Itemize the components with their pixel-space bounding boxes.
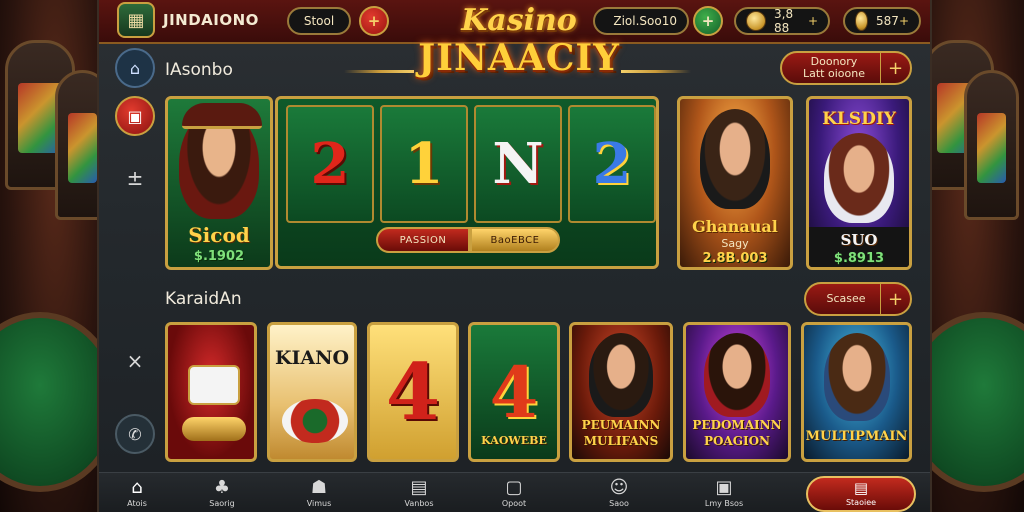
game-tile-kiano[interactable]: KIANO: [267, 322, 357, 462]
casino-app: ▦ JINDAIONO Stool + Ziol.Soo10 + 3,8 88 …: [97, 0, 932, 512]
player-portrait: [824, 133, 894, 223]
dice-icon: [188, 365, 240, 405]
player-portrait: [589, 333, 653, 417]
player-portrait: [704, 333, 770, 417]
coin-icon: [746, 11, 766, 31]
brand-logo: Kasino JINAACIY: [399, 4, 639, 94]
nav-home[interactable]: ⌂ Atois: [107, 477, 167, 509]
close-icon[interactable]: ×: [115, 341, 155, 381]
featured-action-button[interactable]: Doonory Latt oioone +: [780, 51, 912, 85]
reel-2: 1: [380, 105, 468, 223]
balance-button[interactable]: BaoEBCE: [470, 227, 560, 253]
slots-icon: ♣: [213, 477, 231, 498]
box-icon: ▤: [410, 477, 428, 498]
bank-icon[interactable]: ⌂: [115, 48, 155, 88]
logo-line-2: JINAACIY: [418, 37, 620, 79]
nav-lmy-bsos[interactable]: ▣ Lmy Bsos: [694, 477, 754, 509]
reel-3: N: [474, 105, 562, 223]
host-portrait: [700, 109, 770, 209]
phone-icon[interactable]: ✆: [115, 414, 155, 454]
plus-icon: +: [880, 284, 910, 314]
nav-saorig[interactable]: ♣ Saorig: [192, 477, 252, 509]
featured-card-sicod[interactable]: Sicod $.1902: [165, 96, 273, 270]
featured-title: IAsonbo: [165, 60, 233, 80]
game-badge: KLSDIY: [822, 109, 896, 129]
plus-icon: +: [880, 53, 910, 83]
reel-1: 2: [286, 105, 374, 223]
people-icon: ☗: [310, 477, 328, 498]
reel-4: 2: [568, 105, 656, 223]
game-tile-four-green[interactable]: 4 KAOWEBE: [468, 322, 560, 462]
slot-machine-decor: [964, 70, 1019, 220]
nav-vanbos[interactable]: ▤ Vanbos: [389, 477, 449, 509]
balance-chips: 587 +: [843, 7, 921, 35]
games-action-button[interactable]: Scasee +: [804, 282, 912, 316]
bottom-nav: ⌂ Atois ♣ Saorig ☗ Vimus ▤ Vanbos ▢ Opoo…: [99, 472, 930, 512]
nav-cta-button[interactable]: ▤ Staoiee: [806, 476, 916, 512]
balance-coins: 3,8 88 +: [734, 7, 830, 35]
nav-saoo[interactable]: ☺ Saoo: [589, 477, 649, 509]
featured-card-ghanaual[interactable]: Ghanaual Sagy 2.8B.003: [677, 96, 793, 270]
nav-opoot[interactable]: ▢ Opoot: [484, 477, 544, 509]
logo-line-1: Kasino: [461, 3, 577, 38]
add-chips-button[interactable]: +: [899, 14, 909, 28]
hat-decor: [182, 103, 262, 129]
roulette-icon: [282, 399, 348, 443]
app-name: JINDAIONO: [163, 11, 259, 29]
slot-reels[interactable]: 2 1 N 2 PASSION BaoEBCE: [275, 96, 659, 269]
background-left: [0, 0, 120, 512]
add-button[interactable]: +: [359, 6, 389, 36]
grid-icon[interactable]: ▦: [117, 2, 155, 38]
featured-card-klsdiy[interactable]: KLSDIY SUO $.8913: [806, 96, 912, 270]
games-title: KaraidAn: [165, 289, 242, 309]
chat-icon: ☺: [609, 477, 629, 498]
add-coins-button[interactable]: +: [808, 14, 818, 28]
game-tile-pedomainn[interactable]: PEDOMAINN POAGION: [683, 322, 791, 462]
square-icon: ▢: [505, 477, 523, 498]
game-tile-dice[interactable]: [165, 322, 257, 462]
add-gems-button[interactable]: +: [693, 6, 723, 36]
nav-vimus[interactable]: ☗ Vimus: [289, 477, 349, 509]
chip-icon: [855, 11, 869, 31]
up-icon[interactable]: ±: [115, 158, 155, 198]
crown-icon: [182, 417, 246, 441]
game-tile-four-gold[interactable]: 4: [367, 322, 459, 462]
cash-icon: ▤: [853, 479, 869, 497]
game-tile-peumainn[interactable]: PEUMAINN MULIFANS: [569, 322, 673, 462]
home-icon: ⌂: [131, 477, 143, 498]
game-tile-multipmain[interactable]: MULTIPMAIN: [801, 322, 912, 462]
stool-button[interactable]: Stool: [287, 7, 351, 35]
calendar-icon: ▣: [715, 477, 733, 498]
left-rail: ⌂ ▣ ± × ✆: [113, 46, 157, 466]
player-portrait: [823, 333, 890, 421]
passion-button[interactable]: PASSION: [376, 227, 470, 253]
gift-icon[interactable]: ▣: [115, 96, 155, 136]
